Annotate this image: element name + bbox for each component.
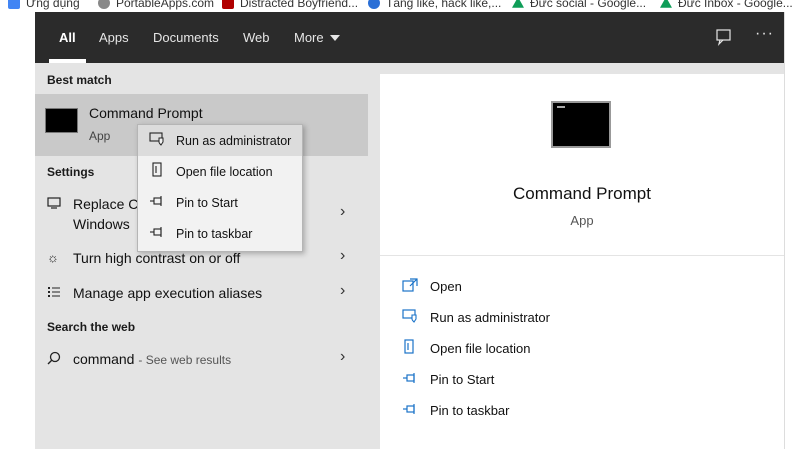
web-result-suffix: - See web results — [138, 353, 232, 367]
action-label: Open — [430, 278, 462, 294]
action-run-as-admin[interactable]: Run as administrator — [402, 307, 550, 327]
action-label: Pin to Start — [430, 371, 495, 387]
preview-title: Command Prompt — [513, 184, 651, 203]
bookmark-duc-social[interactable]: Đức social - Google... — [512, 0, 646, 11]
web-result-text: command - See web results — [73, 351, 231, 367]
chevron-right-icon: › — [340, 203, 346, 220]
best-match-subtitle: App — [89, 129, 111, 143]
search-filter-bar: All Apps Documents Web More ··· — [35, 12, 784, 63]
chevron-down-icon — [329, 34, 340, 41]
context-pin-to-taskbar[interactable]: Pin to taskbar — [138, 218, 302, 249]
command-prompt-icon — [45, 108, 78, 133]
action-label: Open file location — [430, 340, 531, 356]
background-page-right — [784, 12, 800, 449]
context-run-as-admin[interactable]: Run as administrator — [138, 125, 302, 156]
action-pin-to-start[interactable]: Pin to Start — [402, 369, 494, 389]
tab-more[interactable]: More — [294, 12, 340, 63]
web-search-result[interactable]: command - See web results › — [35, 348, 368, 372]
preview-actions: Open Run as administrator Open file loca… — [380, 256, 784, 449]
bookmark-label: Distracted Boyfriend... — [240, 0, 359, 10]
context-open-file-location[interactable]: Open file location — [138, 156, 302, 187]
display-icon — [47, 197, 61, 212]
best-match-heading: Best match — [47, 73, 112, 87]
site-favicon-icon — [222, 0, 234, 9]
site-favicon-icon — [368, 0, 380, 9]
bookmarks-bar: Ứng dụng PortableApps.com Distracted Boy… — [0, 0, 800, 12]
action-label: Pin to taskbar — [430, 402, 510, 418]
best-match-title: Command Prompt — [89, 105, 203, 121]
google-drive-icon — [660, 0, 672, 8]
chevron-right-icon: › — [340, 348, 346, 365]
action-label: Run as administrator — [430, 309, 550, 325]
context-item-label: Run as administrator — [176, 133, 292, 148]
bookmark-duc-inbox[interactable]: Đức Inbox - Google... — [660, 0, 793, 11]
bookmark-tang-like[interactable]: Tăng like, hack like,... — [368, 0, 501, 11]
action-pin-to-taskbar[interactable]: Pin to taskbar — [402, 400, 510, 420]
pin-icon — [138, 226, 176, 241]
apps-grid-icon — [8, 0, 20, 9]
feedback-icon[interactable] — [715, 28, 733, 49]
bookmark-apps[interactable]: Ứng dụng — [8, 0, 80, 11]
shield-icon — [138, 132, 176, 149]
results-list: Best match Command Prompt App Settings R… — [35, 63, 368, 449]
bookmark-label: Tăng like, hack like,... — [386, 0, 502, 10]
folder-icon — [138, 162, 176, 181]
settings-item-label-line2: Windows — [73, 216, 130, 232]
action-open-file-location[interactable]: Open file location — [402, 338, 530, 358]
settings-item-label: Turn high contrast on or off — [73, 250, 241, 266]
bookmark-label: Ứng dụng — [26, 0, 80, 10]
settings-item-label: Replace C — [73, 196, 139, 212]
bookmark-label: Đức social - Google... — [530, 0, 647, 10]
pin-icon — [138, 195, 176, 210]
tab-all[interactable]: All — [49, 12, 86, 63]
search-icon — [47, 351, 61, 368]
tab-web[interactable]: Web — [243, 12, 270, 63]
tab-apps[interactable]: Apps — [99, 12, 129, 63]
bookmark-label: Đức Inbox - Google... — [678, 0, 793, 10]
preview-pane: Command Prompt App Open Run as administr… — [380, 74, 784, 449]
pin-icon — [402, 372, 430, 387]
background-page-left — [0, 12, 35, 449]
bookmark-portableapps[interactable]: PortableApps.com — [98, 0, 214, 11]
portableapps-icon — [98, 0, 110, 9]
action-open[interactable]: Open — [402, 276, 462, 296]
settings-item-app-aliases[interactable]: Manage app execution aliases › — [35, 282, 368, 306]
tab-documents[interactable]: Documents — [153, 12, 219, 63]
more-options-icon[interactable]: ··· — [755, 25, 774, 43]
google-drive-icon — [512, 0, 524, 8]
tab-more-label: More — [294, 30, 324, 45]
sun-icon: ☼ — [47, 250, 59, 265]
shield-icon — [402, 308, 430, 326]
preview-subtitle: App — [570, 213, 594, 228]
settings-heading: Settings — [47, 165, 95, 179]
open-icon — [402, 277, 430, 295]
context-pin-to-start[interactable]: Pin to Start — [138, 187, 302, 218]
search-web-heading: Search the web — [47, 320, 136, 334]
context-menu: Run as administrator Open file location … — [137, 124, 303, 252]
chevron-right-icon: › — [340, 247, 346, 264]
screen: Ứng dụng PortableApps.com Distracted Boy… — [0, 0, 800, 449]
folder-icon — [402, 338, 430, 358]
bookmark-distracted-boyfriend[interactable]: Distracted Boyfriend... — [222, 0, 358, 11]
command-prompt-large-icon — [551, 101, 611, 148]
bookmark-label: PortableApps.com — [116, 0, 215, 10]
web-query: command — [73, 351, 135, 367]
preview-card: Command Prompt App — [380, 74, 784, 255]
context-item-label: Pin to Start — [176, 195, 238, 210]
settings-item-label: Manage app execution aliases — [73, 285, 263, 301]
context-item-label: Open file location — [176, 164, 273, 179]
context-item-label: Pin to taskbar — [176, 226, 253, 241]
pin-icon — [402, 403, 430, 418]
list-icon — [47, 285, 61, 302]
chevron-right-icon: › — [340, 282, 346, 299]
